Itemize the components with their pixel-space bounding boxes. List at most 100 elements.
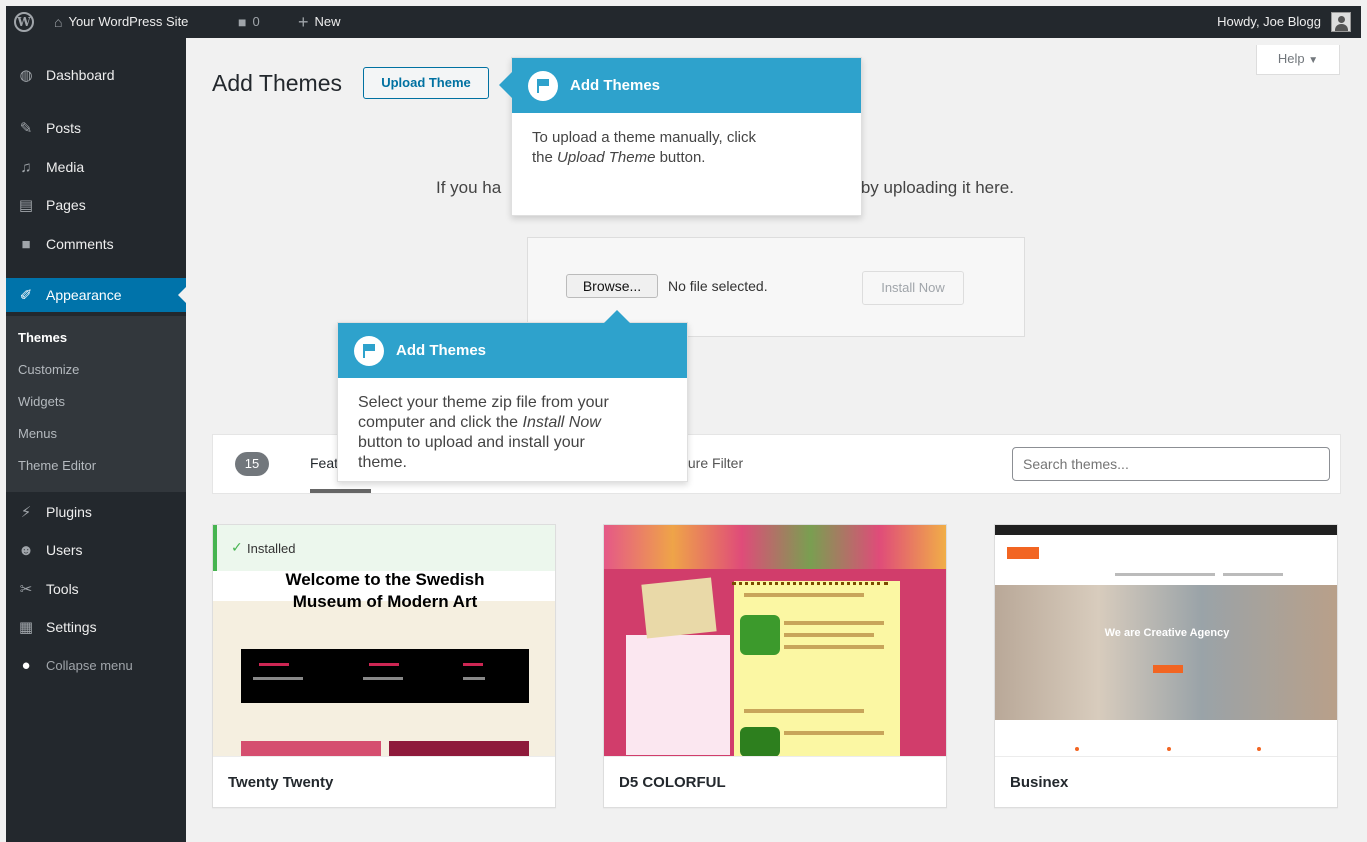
- sidebar-item-pages[interactable]: ▤ Pages: [6, 188, 186, 222]
- theme-card-twenty-twenty[interactable]: ✓ Installed Welcome to the Swedish Museu…: [212, 524, 556, 808]
- sidebar-item-label: Pages: [46, 197, 86, 213]
- theme-card-d5-colorful[interactable]: D5 COLORFUL: [603, 524, 947, 808]
- pointer-text: computer and click the: [358, 414, 523, 431]
- pointer-text-line: theme.: [358, 454, 407, 471]
- submenu-item-themes[interactable]: Themes: [18, 330, 67, 345]
- sidebar-item-label: Collapse menu: [46, 657, 133, 673]
- preview-image: [389, 741, 529, 756]
- sidebar-item-plugins[interactable]: ⚡ Plugins: [6, 495, 186, 529]
- site-name: Your WordPress Site: [68, 14, 189, 29]
- pointer-text-line: the Upload Theme button.: [532, 148, 756, 168]
- tab-active-underline: [310, 489, 371, 493]
- appearance-submenu: Themes Customize Widgets Menus Theme Edi…: [6, 316, 186, 492]
- preview-hero: We are Creative Agency: [995, 585, 1337, 720]
- tab-feature-filter[interactable]: ture Filter: [684, 455, 743, 471]
- media-icon: ♫: [20, 158, 32, 176]
- dashboard-icon: ◍: [19, 67, 33, 84]
- theme-screenshot: [604, 525, 946, 756]
- install-now-button[interactable]: Install Now: [862, 271, 964, 305]
- upload-description-start: If you ha: [436, 178, 502, 197]
- submenu-item-customize[interactable]: Customize: [18, 362, 79, 377]
- wordpress-logo-icon: W: [14, 12, 34, 32]
- theme-screenshot: ✓ Installed Welcome to the Swedish Museu…: [213, 525, 555, 756]
- sidebar-item-label: Users: [46, 542, 83, 558]
- comment-icon: ■: [21, 235, 31, 253]
- settings-icon: ▦: [18, 619, 34, 636]
- browse-file-button[interactable]: Browse...: [566, 274, 658, 298]
- avatar: [1331, 12, 1351, 32]
- pointer-arrow: [604, 310, 630, 323]
- comments-count: 0: [252, 14, 260, 29]
- sidebar-item-label: Posts: [46, 120, 82, 136]
- flag-icon: [354, 335, 384, 366]
- pointer-text: button.: [655, 149, 706, 166]
- sidebar-item-media[interactable]: ♫ Media: [6, 150, 186, 184]
- submenu-item-menus[interactable]: Menus: [18, 426, 57, 441]
- preview-title-line: Welcome to the Swedish: [285, 570, 485, 589]
- pointer-content: To upload a theme manually, click the Up…: [532, 128, 756, 168]
- sidebar-item-appearance[interactable]: ✐ Appearance: [6, 278, 186, 312]
- pointer-text-line: button to upload and install your: [358, 434, 585, 451]
- howdy-text: Howdy, Joe Blogg: [1217, 14, 1321, 29]
- pointer-title: Add Themes: [570, 77, 661, 94]
- page-icon: ▤: [18, 197, 34, 214]
- pointer-text-line: Select your theme zip file from your: [358, 394, 609, 411]
- help-label: Help: [1277, 51, 1305, 66]
- sidebar-item-label: Plugins: [46, 504, 92, 520]
- plus-icon: +: [298, 12, 309, 32]
- pointer-emphasis: Upload Theme: [557, 149, 656, 166]
- theme-name: Businex: [995, 756, 1337, 807]
- collapse-icon: ●: [21, 656, 31, 674]
- comments-link[interactable]: ■ 0: [238, 6, 260, 38]
- pointer-tooltip-install: Add Themes Select your theme zip file fr…: [337, 310, 688, 482]
- checkmark-icon: ✓: [231, 539, 243, 555]
- installed-notice: ✓ Installed: [213, 525, 555, 571]
- sidebar-item-label: Appearance: [46, 287, 122, 303]
- site-name-link[interactable]: ⌂ Your WordPress Site: [54, 6, 188, 38]
- page-title: Add Themes: [212, 70, 342, 96]
- pointer-text-line: computer and click the Install Now: [358, 413, 609, 433]
- preview-title-line: Museum of Modern Art: [292, 592, 478, 611]
- theme-count-badge: 15: [235, 452, 269, 476]
- upload-theme-button[interactable]: Upload Theme: [363, 67, 489, 99]
- help-tab[interactable]: Help ▼: [1256, 45, 1340, 75]
- users-icon: ☻: [18, 541, 34, 559]
- pointer-text: the: [532, 149, 558, 166]
- sidebar-item-dashboard[interactable]: ◍ Dashboard: [6, 58, 186, 92]
- sidebar-item-label: Comments: [46, 236, 114, 252]
- account-menu[interactable]: Howdy, Joe Blogg: [1217, 6, 1351, 38]
- search-themes-input[interactable]: [1012, 447, 1330, 481]
- home-icon: ⌂: [54, 14, 63, 30]
- pointer-header: Add Themes: [338, 323, 687, 378]
- pointer-tooltip-upload: Add Themes To upload a theme manually, c…: [499, 57, 862, 216]
- submenu-item-theme-editor[interactable]: Theme Editor: [18, 458, 96, 473]
- theme-name: D5 COLORFUL: [604, 756, 946, 807]
- sidebar-item-label: Media: [46, 159, 85, 175]
- pointer-emphasis: Install Now: [522, 414, 601, 431]
- chevron-down-icon: ▼: [1308, 55, 1319, 66]
- pin-icon: ✎: [19, 120, 33, 137]
- pointer-text-line: To upload a theme manually, click: [532, 129, 757, 146]
- new-content-link[interactable]: + New: [298, 6, 341, 38]
- pointer-header: Add Themes: [512, 58, 861, 113]
- sidebar-item-label: Settings: [46, 619, 97, 635]
- admin-sidebar: ◍ Dashboard ✎ Posts ♫ Media ▤ Pages ■ Co…: [6, 38, 186, 842]
- theme-card-businex[interactable]: We are Creative Agency Businex: [994, 524, 1338, 808]
- wp-logo-menu[interactable]: W: [14, 6, 34, 38]
- sidebar-item-label: Tools: [46, 581, 79, 597]
- sidebar-item-settings[interactable]: ▦ Settings: [6, 610, 186, 644]
- sidebar-item-tools[interactable]: ✂ Tools: [6, 572, 186, 606]
- submenu-item-widgets[interactable]: Widgets: [18, 394, 65, 409]
- installed-label: Installed: [247, 541, 296, 556]
- sidebar-item-posts[interactable]: ✎ Posts: [6, 111, 186, 145]
- admin-bar: W ⌂ Your WordPress Site ■ 0 + New Howdy,…: [6, 6, 1361, 38]
- pointer-title: Add Themes: [396, 342, 487, 359]
- preview-image: [241, 741, 381, 756]
- sidebar-item-users[interactable]: ☻ Users: [6, 533, 186, 567]
- tab-featured[interactable]: Feat: [310, 455, 338, 471]
- sidebar-item-comments[interactable]: ■ Comments: [6, 227, 186, 261]
- wrench-icon: ✂: [19, 581, 33, 598]
- screen: W ⌂ Your WordPress Site ■ 0 + New Howdy,…: [0, 0, 1367, 842]
- collapse-menu-button[interactable]: ● Collapse menu: [6, 648, 186, 682]
- flag-icon: [528, 70, 558, 101]
